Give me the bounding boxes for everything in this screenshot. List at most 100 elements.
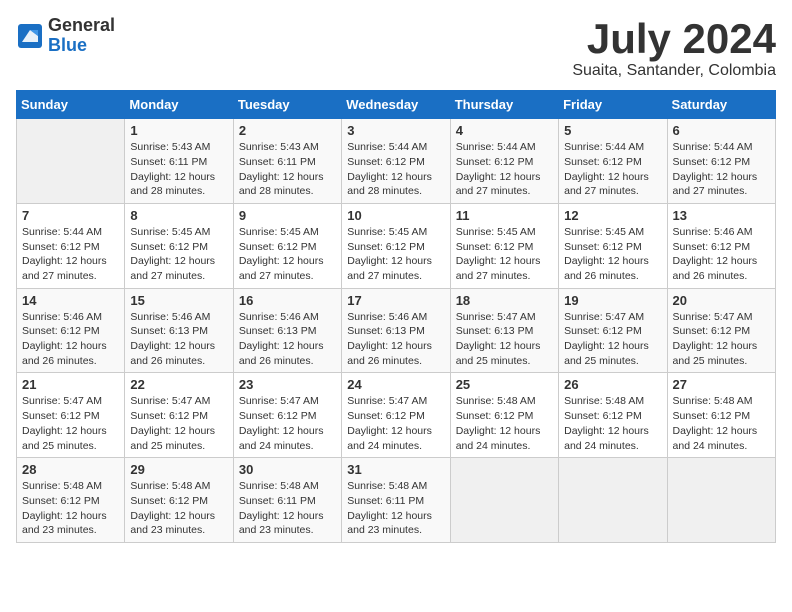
day-number: 14 bbox=[22, 293, 119, 308]
day-number: 4 bbox=[456, 123, 553, 138]
day-info: Sunrise: 5:48 AM Sunset: 6:11 PM Dayligh… bbox=[239, 479, 336, 538]
logo-text: General Blue bbox=[48, 16, 115, 56]
calendar-week-row: 7Sunrise: 5:44 AM Sunset: 6:12 PM Daylig… bbox=[17, 203, 776, 288]
calendar-cell: 13 Sunrise: 5:46 AM Sunset: 6:12 PM Dayli… bbox=[667, 203, 775, 288]
day-number: 2 bbox=[239, 123, 336, 138]
day-number: 6 bbox=[673, 123, 770, 138]
calendar-week-row: 28 Sunrise: 5:48 AM Sunset: 6:12 PM Dayli… bbox=[17, 458, 776, 543]
calendar-cell: 1 Sunrise: 5:43 AM Sunset: 6:11 PM Daylig… bbox=[125, 119, 233, 204]
day-number: 15 bbox=[130, 293, 227, 308]
day-info: Sunrise: 5:47 AM Sunset: 6:12 PM Dayligh… bbox=[564, 310, 661, 369]
day-number: 29 bbox=[130, 462, 227, 477]
day-number: 12 bbox=[564, 208, 661, 223]
day-number: 25 bbox=[456, 377, 553, 392]
day-number: 30 bbox=[239, 462, 336, 477]
day-number: 28 bbox=[22, 462, 119, 477]
day-info: Sunrise: 5:47 AM Sunset: 6:13 PM Dayligh… bbox=[456, 310, 553, 369]
calendar-header: SundayMondayTuesdayWednesdayThursdayFrid… bbox=[17, 91, 776, 119]
day-info: Sunrise: 5:44 AM Sunset: 6:12 PM Dayligh… bbox=[347, 140, 444, 199]
day-number: 26 bbox=[564, 377, 661, 392]
day-number: 23 bbox=[239, 377, 336, 392]
day-number: 13 bbox=[673, 208, 770, 223]
day-number: 1 bbox=[130, 123, 227, 138]
day-info: Sunrise: 5:45 AM Sunset: 6:12 PM Dayligh… bbox=[239, 225, 336, 284]
day-info: Sunrise: 5:48 AM Sunset: 6:11 PM Dayligh… bbox=[347, 479, 444, 538]
calendar-cell: 25 Sunrise: 5:48 AM Sunset: 6:12 PM Dayli… bbox=[450, 373, 558, 458]
day-number: 16 bbox=[239, 293, 336, 308]
calendar-cell: 9 Sunrise: 5:45 AM Sunset: 6:12 PM Daylig… bbox=[233, 203, 341, 288]
day-number: 27 bbox=[673, 377, 770, 392]
calendar-cell: 21Sunrise: 5:47 AM Sunset: 6:12 PM Dayli… bbox=[17, 373, 125, 458]
day-info: Sunrise: 5:44 AM Sunset: 6:12 PM Dayligh… bbox=[456, 140, 553, 199]
calendar-cell: 18 Sunrise: 5:47 AM Sunset: 6:13 PM Dayli… bbox=[450, 288, 558, 373]
weekday-header: Monday bbox=[125, 91, 233, 119]
calendar-cell: 23 Sunrise: 5:47 AM Sunset: 6:12 PM Dayli… bbox=[233, 373, 341, 458]
day-info: Sunrise: 5:47 AM Sunset: 6:12 PM Dayligh… bbox=[347, 394, 444, 453]
calendar-cell: 8Sunrise: 5:45 AM Sunset: 6:12 PM Daylig… bbox=[125, 203, 233, 288]
day-info: Sunrise: 5:48 AM Sunset: 6:12 PM Dayligh… bbox=[22, 479, 119, 538]
calendar-cell: 2 Sunrise: 5:43 AM Sunset: 6:11 PM Daylig… bbox=[233, 119, 341, 204]
day-info: Sunrise: 5:47 AM Sunset: 6:12 PM Dayligh… bbox=[22, 394, 119, 453]
day-info: Sunrise: 5:46 AM Sunset: 6:13 PM Dayligh… bbox=[239, 310, 336, 369]
day-number: 11 bbox=[456, 208, 553, 223]
logo-icon bbox=[16, 22, 44, 50]
day-info: Sunrise: 5:47 AM Sunset: 6:12 PM Dayligh… bbox=[130, 394, 227, 453]
calendar-table: SundayMondayTuesdayWednesdayThursdayFrid… bbox=[16, 90, 776, 543]
calendar-week-row: 14Sunrise: 5:46 AM Sunset: 6:12 PM Dayli… bbox=[17, 288, 776, 373]
calendar-cell bbox=[17, 119, 125, 204]
calendar-cell: 5Sunrise: 5:44 AM Sunset: 6:12 PM Daylig… bbox=[559, 119, 667, 204]
calendar-cell: 22 Sunrise: 5:47 AM Sunset: 6:12 PM Dayli… bbox=[125, 373, 233, 458]
day-info: Sunrise: 5:45 AM Sunset: 6:12 PM Dayligh… bbox=[347, 225, 444, 284]
day-info: Sunrise: 5:46 AM Sunset: 6:13 PM Dayligh… bbox=[347, 310, 444, 369]
day-info: Sunrise: 5:48 AM Sunset: 6:12 PM Dayligh… bbox=[130, 479, 227, 538]
day-info: Sunrise: 5:45 AM Sunset: 6:12 PM Dayligh… bbox=[456, 225, 553, 284]
calendar-cell: 30 Sunrise: 5:48 AM Sunset: 6:11 PM Dayli… bbox=[233, 458, 341, 543]
logo: General Blue bbox=[16, 16, 115, 56]
day-info: Sunrise: 5:46 AM Sunset: 6:12 PM Dayligh… bbox=[673, 225, 770, 284]
calendar-cell bbox=[559, 458, 667, 543]
calendar-cell: 16 Sunrise: 5:46 AM Sunset: 6:13 PM Dayli… bbox=[233, 288, 341, 373]
day-info: Sunrise: 5:48 AM Sunset: 6:12 PM Dayligh… bbox=[456, 394, 553, 453]
day-info: Sunrise: 5:44 AM Sunset: 6:12 PM Dayligh… bbox=[673, 140, 770, 199]
month-title: July 2024 bbox=[572, 16, 776, 62]
location-title: Suaita, Santander, Colombia bbox=[572, 62, 776, 80]
weekday-header: Sunday bbox=[17, 91, 125, 119]
day-info: Sunrise: 5:43 AM Sunset: 6:11 PM Dayligh… bbox=[239, 140, 336, 199]
day-info: Sunrise: 5:45 AM Sunset: 6:12 PM Dayligh… bbox=[130, 225, 227, 284]
calendar-cell: 17Sunrise: 5:46 AM Sunset: 6:13 PM Dayli… bbox=[342, 288, 450, 373]
calendar-cell bbox=[667, 458, 775, 543]
day-info: Sunrise: 5:47 AM Sunset: 6:12 PM Dayligh… bbox=[673, 310, 770, 369]
calendar-cell: 19 Sunrise: 5:47 AM Sunset: 6:12 PM Dayli… bbox=[559, 288, 667, 373]
day-number: 22 bbox=[130, 377, 227, 392]
day-info: Sunrise: 5:46 AM Sunset: 6:13 PM Dayligh… bbox=[130, 310, 227, 369]
calendar-cell: 10 Sunrise: 5:45 AM Sunset: 6:12 PM Dayli… bbox=[342, 203, 450, 288]
day-number: 9 bbox=[239, 208, 336, 223]
day-number: 24 bbox=[347, 377, 444, 392]
day-info: Sunrise: 5:47 AM Sunset: 6:12 PM Dayligh… bbox=[239, 394, 336, 453]
logo-blue-text: Blue bbox=[48, 36, 115, 56]
calendar-week-row: 1 Sunrise: 5:43 AM Sunset: 6:11 PM Daylig… bbox=[17, 119, 776, 204]
day-number: 7 bbox=[22, 208, 119, 223]
calendar-cell: 20Sunrise: 5:47 AM Sunset: 6:12 PM Dayli… bbox=[667, 288, 775, 373]
calendar-week-row: 21Sunrise: 5:47 AM Sunset: 6:12 PM Dayli… bbox=[17, 373, 776, 458]
logo-general-text: General bbox=[48, 16, 115, 36]
calendar-cell: 4 Sunrise: 5:44 AM Sunset: 6:12 PM Daylig… bbox=[450, 119, 558, 204]
day-info: Sunrise: 5:48 AM Sunset: 6:12 PM Dayligh… bbox=[673, 394, 770, 453]
title-area: July 2024 Suaita, Santander, Colombia bbox=[572, 16, 776, 80]
day-number: 19 bbox=[564, 293, 661, 308]
calendar-cell: 31Sunrise: 5:48 AM Sunset: 6:11 PM Dayli… bbox=[342, 458, 450, 543]
page-header: General Blue July 2024 Suaita, Santander… bbox=[16, 16, 776, 80]
calendar-cell: 26 Sunrise: 5:48 AM Sunset: 6:12 PM Dayli… bbox=[559, 373, 667, 458]
calendar-cell bbox=[450, 458, 558, 543]
calendar-cell: 29 Sunrise: 5:48 AM Sunset: 6:12 PM Dayli… bbox=[125, 458, 233, 543]
day-info: Sunrise: 5:48 AM Sunset: 6:12 PM Dayligh… bbox=[564, 394, 661, 453]
day-number: 10 bbox=[347, 208, 444, 223]
day-info: Sunrise: 5:43 AM Sunset: 6:11 PM Dayligh… bbox=[130, 140, 227, 199]
calendar-cell: 7Sunrise: 5:44 AM Sunset: 6:12 PM Daylig… bbox=[17, 203, 125, 288]
calendar-cell: 3 Sunrise: 5:44 AM Sunset: 6:12 PM Daylig… bbox=[342, 119, 450, 204]
calendar-cell: 15 Sunrise: 5:46 AM Sunset: 6:13 PM Dayli… bbox=[125, 288, 233, 373]
day-number: 18 bbox=[456, 293, 553, 308]
calendar-body: 1 Sunrise: 5:43 AM Sunset: 6:11 PM Daylig… bbox=[17, 119, 776, 543]
calendar-cell: 24 Sunrise: 5:47 AM Sunset: 6:12 PM Dayli… bbox=[342, 373, 450, 458]
day-number: 3 bbox=[347, 123, 444, 138]
